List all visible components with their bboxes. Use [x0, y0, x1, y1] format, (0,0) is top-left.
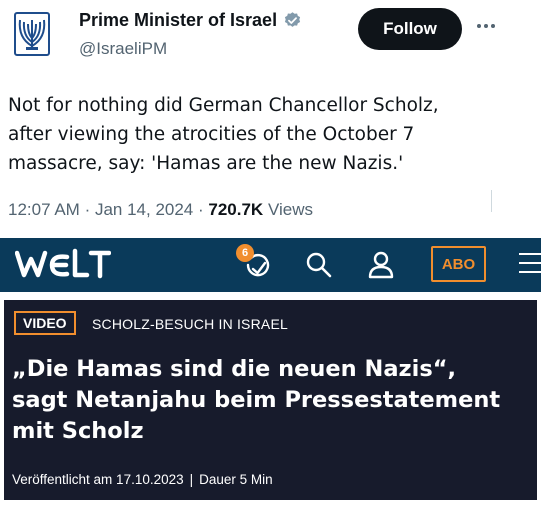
headline-line: „Die Hamas sind die neuen Nazis“, — [12, 356, 457, 382]
headline-line: sagt Netanjahu beim Pressestatement — [12, 387, 501, 413]
abo-button[interactable]: ABO — [431, 246, 486, 282]
tweet: Prime Minister of Israel @IsraeliPM Foll… — [0, 0, 541, 238]
author-handle[interactable]: @IsraeliPM — [79, 39, 167, 59]
views-label: Views — [267, 200, 313, 219]
meta-separator: | — [189, 472, 194, 487]
notification-badge: 6 — [236, 244, 254, 262]
article-card[interactable]: VIDEO SCHOLZ-BESUCH IN ISRAEL „Die Hamas… — [4, 300, 537, 500]
menorah-emblem-icon[interactable] — [14, 12, 50, 56]
welt-logo[interactable] — [14, 247, 112, 288]
video-duration: Dauer 5 Min — [199, 472, 273, 487]
follow-button[interactable]: Follow — [358, 8, 462, 50]
published-date: Veröffentlicht am 17.10.2023 — [12, 472, 184, 487]
user-account-icon[interactable] — [366, 250, 396, 280]
verified-badge-icon — [283, 11, 302, 30]
article-headline[interactable]: „Die Hamas sind die neuen Nazis“, sagt N… — [12, 354, 532, 447]
video-tag: VIDEO — [14, 311, 76, 335]
spacer — [0, 500, 541, 507]
author-display-name[interactable]: Prime Minister of Israel — [79, 10, 277, 31]
tweet-text-line: after viewing the atrocities of the Octo… — [8, 124, 415, 145]
spacer — [0, 292, 541, 300]
search-icon[interactable] — [304, 250, 334, 280]
article-meta: Veröffentlicht am 17.10.2023 | Dauer 5 Min — [12, 472, 273, 487]
views-count: 720.7K — [208, 200, 264, 219]
article-kicker: SCHOLZ-BESUCH IN ISRAEL — [92, 316, 288, 332]
divider — [491, 190, 492, 212]
tweet-date[interactable]: Jan 14, 2024 — [95, 200, 193, 219]
menu-icon[interactable] — [519, 253, 541, 275]
tweet-time[interactable]: 12:07 AM — [8, 200, 80, 219]
tweet-meta: 12:07 AM · Jan 14, 2024 · 720.7K Views — [8, 200, 313, 219]
more-options-icon[interactable] — [472, 14, 500, 38]
headline-line: mit Scholz — [12, 418, 144, 444]
tweet-text-line: Not for nothing did German Chancellor Sc… — [8, 95, 439, 116]
tweet-text: Not for nothing did German Chancellor Sc… — [8, 91, 528, 178]
tweet-text-line: massacre, say: 'Hamas are the new Nazis.… — [8, 153, 404, 174]
author-name-row[interactable]: Prime Minister of Israel — [79, 10, 302, 31]
